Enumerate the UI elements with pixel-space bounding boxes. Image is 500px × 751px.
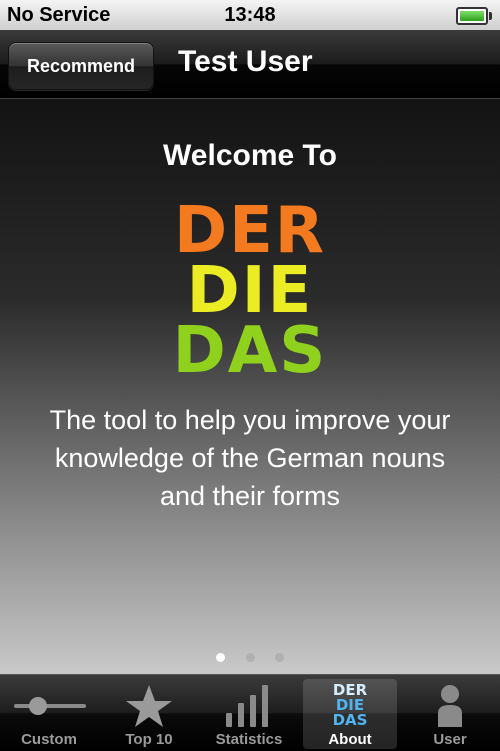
battery-icon xyxy=(456,7,492,25)
page-dot[interactable] xyxy=(274,653,284,662)
tab-label: About xyxy=(328,731,372,748)
tagline: The tool to help you improve your knowle… xyxy=(49,405,451,511)
tab-label: Top 10 xyxy=(125,731,173,748)
star-icon xyxy=(126,685,172,727)
tab-user[interactable]: User xyxy=(403,679,497,749)
nav-title: Test User xyxy=(178,45,313,78)
page-dot[interactable] xyxy=(245,653,255,662)
logo-line-das: DAS xyxy=(172,314,328,388)
tab-label: Statistics xyxy=(215,731,283,748)
navigation-bar: Recommend Test User xyxy=(0,30,500,99)
tab-about[interactable]: DER DIE DAS About xyxy=(303,679,397,749)
mini-logo-das: DAS xyxy=(332,711,368,729)
tab-top-10[interactable]: Top 10 xyxy=(102,679,196,749)
slider-icon xyxy=(14,697,86,715)
welcome-page[interactable]: Welcome To DER DIE DAS The tool to help … xyxy=(0,99,500,674)
tab-custom[interactable]: Custom xyxy=(2,679,96,749)
derdiedas-logo-icon: DER DIE DAS xyxy=(303,681,397,731)
page-dot[interactable] xyxy=(216,653,226,662)
tab-statistics[interactable]: Statistics xyxy=(202,679,296,749)
logo-line-der: DER xyxy=(173,194,327,268)
person-icon xyxy=(438,685,462,727)
welcome-heading: Welcome To xyxy=(163,139,337,172)
status-bar: No Service 13:48 xyxy=(0,0,500,30)
logo-line-die: DIE xyxy=(186,254,314,328)
battery-fill xyxy=(460,11,484,21)
page-indicator[interactable] xyxy=(0,649,500,667)
tab-label: User xyxy=(433,731,467,748)
tab-label: Custom xyxy=(21,731,77,748)
clock: 13:48 xyxy=(224,4,276,26)
bar-chart-icon xyxy=(226,685,268,727)
recommend-button[interactable]: Recommend xyxy=(8,42,154,90)
derdiedas-logo: DER DIE DAS xyxy=(0,194,500,388)
tab-bar: Custom Top 10 Statistics DER DIE DAS Abo… xyxy=(0,674,500,751)
